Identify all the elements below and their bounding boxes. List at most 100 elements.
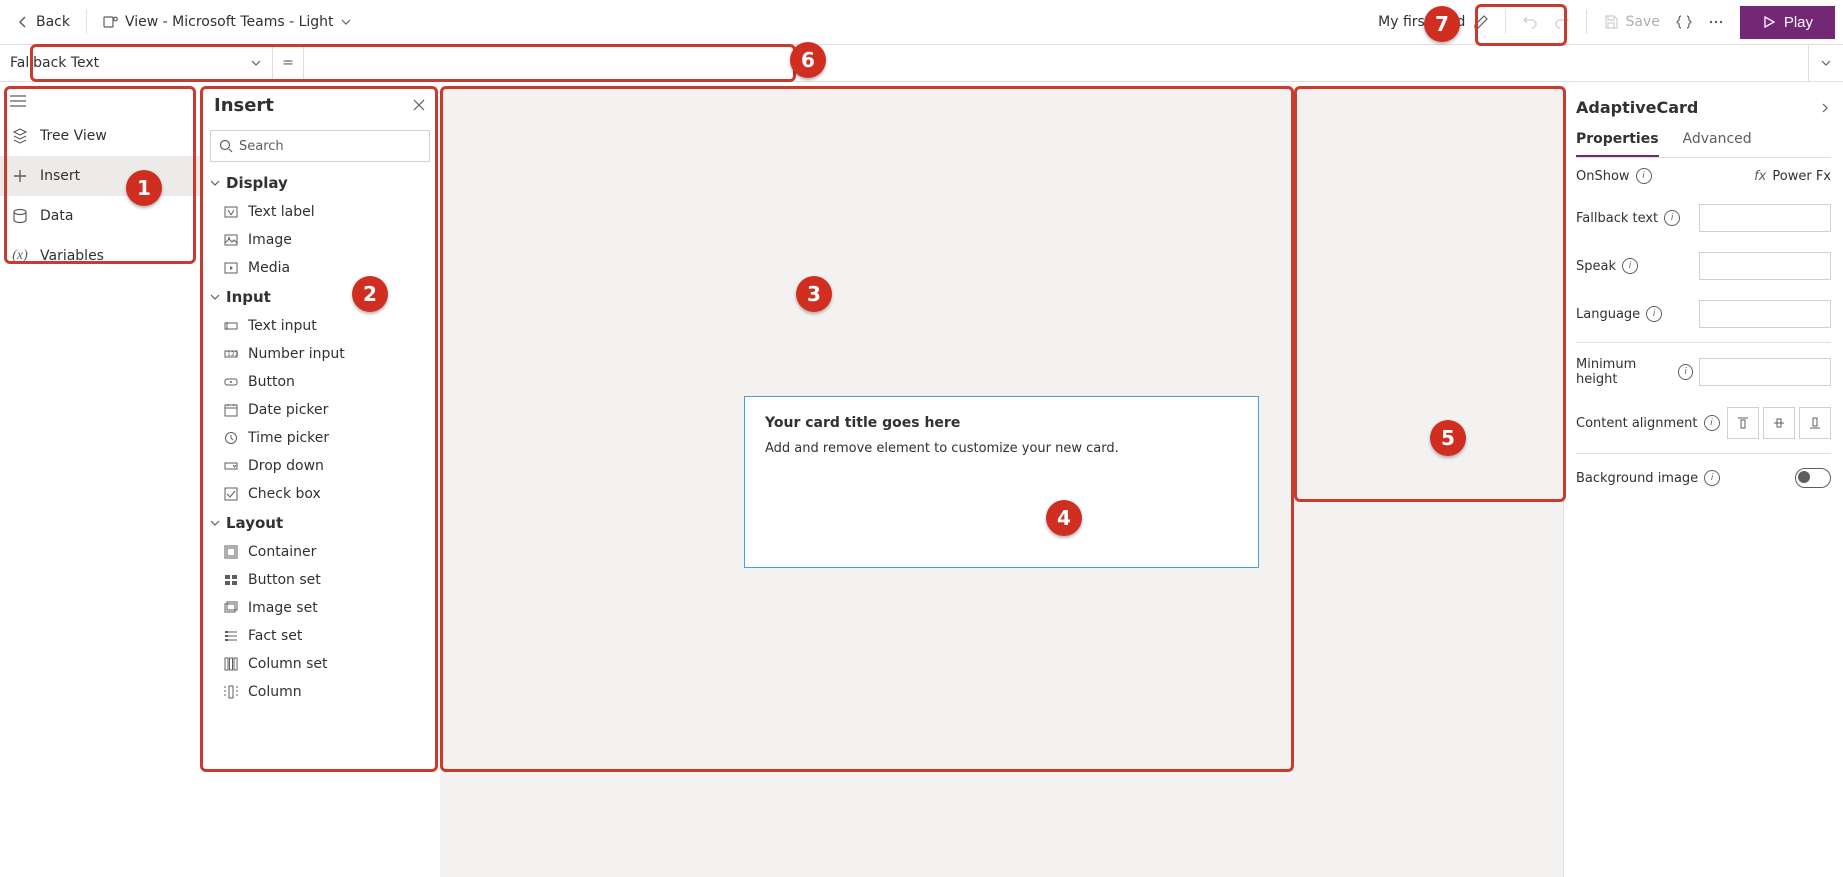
card-preview[interactable]: Your card title goes here Add and remove… — [744, 396, 1259, 568]
rename-button[interactable] — [1465, 10, 1497, 34]
insert-group-input[interactable]: Input — [200, 282, 440, 312]
info-icon[interactable]: i — [1704, 470, 1720, 486]
formula-input[interactable] — [304, 45, 1808, 81]
dropdown-icon — [224, 459, 238, 473]
group-title: Layout — [226, 514, 283, 532]
data-icon — [12, 208, 28, 224]
close-icon[interactable] — [412, 98, 426, 112]
separator — [1586, 10, 1587, 34]
card-title: Your card title goes here — [765, 415, 1238, 431]
chevron-down-icon — [210, 518, 220, 528]
undo-button[interactable] — [1514, 10, 1546, 34]
arrow-left-icon — [16, 15, 30, 29]
item-label: Check box — [248, 486, 321, 502]
nav-item-label: Insert — [40, 168, 80, 184]
insert-group-layout[interactable]: Layout — [200, 508, 440, 538]
align-middle-icon — [1772, 416, 1786, 430]
redo-icon — [1554, 14, 1570, 30]
fx-icon: fx — [1754, 169, 1766, 184]
code-view-button[interactable] — [1668, 10, 1700, 34]
insert-item-container[interactable]: Container — [200, 538, 440, 566]
nav-item-insert[interactable]: Insert — [0, 156, 200, 196]
canvas[interactable]: Your card title goes here Add and remove… — [440, 86, 1563, 877]
speak-input[interactable] — [1699, 252, 1831, 280]
redo-button[interactable] — [1546, 10, 1578, 34]
formula-expand-button[interactable] — [1808, 45, 1843, 81]
nav-item-tree-view[interactable]: Tree View — [0, 116, 200, 156]
command-bar: Back View - Microsoft Teams - Light My f… — [0, 0, 1843, 45]
info-icon[interactable]: i — [1704, 415, 1720, 431]
properties-title: AdaptiveCard — [1576, 98, 1698, 117]
insert-item-column[interactable]: Column — [200, 678, 440, 706]
insert-item-text-label[interactable]: Text label — [200, 198, 440, 226]
insert-group-display[interactable]: Display — [200, 168, 440, 198]
item-label: Container — [248, 544, 316, 560]
bgimage-toggle[interactable] — [1795, 468, 1831, 488]
insert-panel: Insert Search Display Text label Image M… — [200, 86, 441, 877]
clock-icon — [224, 431, 238, 445]
insert-item-button-set[interactable]: Button set — [200, 566, 440, 594]
minheight-input[interactable] — [1699, 358, 1831, 386]
property-dropdown[interactable]: Fallback Text — [0, 45, 273, 81]
separator — [1505, 10, 1506, 34]
tree-view-icon — [12, 128, 28, 144]
nav-item-variables[interactable]: (x) Variables — [0, 236, 200, 276]
item-label: Image set — [248, 600, 318, 616]
insert-title: Insert — [214, 95, 274, 116]
play-button[interactable]: Play — [1740, 6, 1835, 39]
pencil-icon — [1473, 14, 1489, 30]
insert-item-time-picker[interactable]: Time picker — [200, 424, 440, 452]
item-label: Button set — [248, 572, 321, 588]
info-icon[interactable]: i — [1636, 168, 1652, 184]
info-icon[interactable]: i — [1646, 306, 1662, 322]
insert-item-column-set[interactable]: Column set — [200, 650, 440, 678]
group-title: Input — [226, 288, 271, 306]
insert-item-fact-set[interactable]: Fact set — [200, 622, 440, 650]
align-top-button[interactable] — [1727, 407, 1759, 439]
save-button[interactable]: Save — [1595, 10, 1667, 34]
info-icon[interactable]: i — [1678, 364, 1693, 380]
chevron-down-icon — [210, 178, 220, 188]
insert-search-input[interactable]: Search — [210, 130, 430, 162]
insert-item-drop-down[interactable]: Drop down — [200, 452, 440, 480]
button-set-icon — [224, 573, 238, 587]
teams-icon — [103, 14, 119, 30]
insert-item-button[interactable]: Button — [200, 368, 440, 396]
property-label: Fallback Text — [10, 55, 99, 71]
nav-collapse-button[interactable] — [0, 86, 200, 116]
save-label: Save — [1625, 14, 1659, 30]
insert-item-image[interactable]: Image — [200, 226, 440, 254]
prop-powerfx-label[interactable]: Power Fx — [1772, 169, 1831, 184]
align-top-icon — [1736, 416, 1750, 430]
nav-item-data[interactable]: Data — [0, 196, 200, 236]
view-label: View - Microsoft Teams - Light — [125, 14, 334, 30]
insert-item-text-input[interactable]: Text input — [200, 312, 440, 340]
insert-item-media[interactable]: Media — [200, 254, 440, 282]
tab-properties[interactable]: Properties — [1576, 123, 1659, 157]
prop-bgimage-label: Background image — [1576, 471, 1698, 486]
formula-bar: Fallback Text = — [0, 45, 1843, 82]
insert-item-check-box[interactable]: Check box — [200, 480, 440, 508]
prop-speak-label: Speak — [1576, 259, 1616, 274]
info-icon[interactable]: i — [1664, 210, 1680, 226]
back-button[interactable]: Back — [8, 10, 78, 34]
fallback-text-input[interactable] — [1699, 204, 1831, 232]
chevron-right-icon[interactable] — [1819, 102, 1831, 114]
more-icon — [1708, 14, 1724, 30]
align-middle-button[interactable] — [1763, 407, 1795, 439]
tab-advanced[interactable]: Advanced — [1683, 123, 1752, 157]
more-button[interactable] — [1700, 10, 1732, 34]
language-input[interactable] — [1699, 300, 1831, 328]
properties-panel: AdaptiveCard Properties Advanced OnShow … — [1563, 86, 1843, 877]
insert-item-image-set[interactable]: Image set — [200, 594, 440, 622]
view-dropdown[interactable]: View - Microsoft Teams - Light — [95, 10, 360, 34]
play-label: Play — [1784, 14, 1813, 31]
search-placeholder: Search — [239, 139, 284, 154]
info-icon[interactable]: i — [1622, 258, 1638, 274]
insert-item-number-input[interactable]: 123 Number input — [200, 340, 440, 368]
insert-item-date-picker[interactable]: Date picker — [200, 396, 440, 424]
image-icon — [224, 233, 238, 247]
container-icon — [224, 545, 238, 559]
align-bottom-button[interactable] — [1799, 407, 1831, 439]
item-label: Number input — [248, 346, 345, 362]
